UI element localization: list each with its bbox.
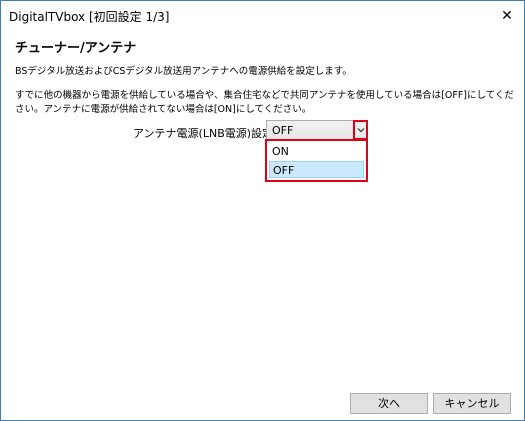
description-text: BSデジタル放送およびCSデジタル放送用アンテナへの電源供給を設定します。	[15, 66, 352, 77]
window-title: DigitalTVbox [初回設定 1/3]	[9, 10, 170, 24]
dropdown-list: ON OFF	[265, 139, 368, 182]
title-bar: DigitalTVbox [初回設定 1/3] ✕	[1, 1, 524, 31]
description-note: すでに他の機器から電源を供給している場合や、集合住宅などで共同アンテナを使用して…	[15, 90, 514, 115]
cancel-button[interactable]: キャンセル	[433, 393, 511, 414]
select-value: OFF	[272, 124, 294, 137]
antenna-power-select[interactable]: OFF	[266, 120, 368, 140]
next-button[interactable]: 次へ	[350, 393, 428, 414]
option-on[interactable]: ON	[269, 143, 364, 160]
dropdown-arrow-button[interactable]	[353, 120, 368, 140]
option-off[interactable]: OFF	[269, 161, 364, 178]
chevron-down-icon	[357, 128, 364, 133]
setup-dialog: DigitalTVbox [初回設定 1/3] ✕ チューナー/アンテナ BSデ…	[0, 0, 525, 421]
page-title: チューナー/アンテナ	[15, 41, 137, 56]
close-icon[interactable]: ✕	[490, 1, 524, 31]
antenna-power-label: アンテナ電源(LNB電源)設定:	[133, 127, 277, 140]
